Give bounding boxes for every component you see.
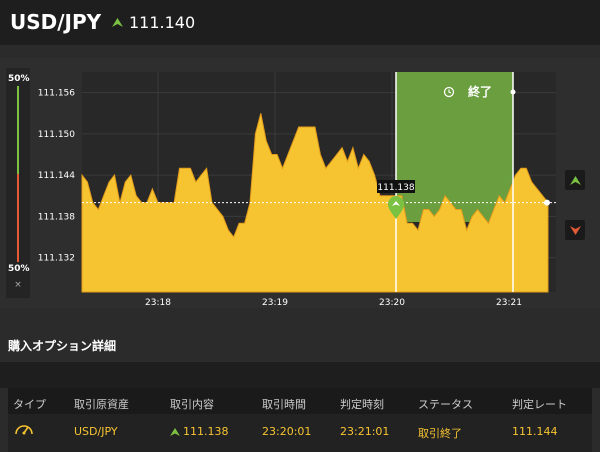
header-type: タイプ <box>13 398 46 411</box>
x-tick-label: 23:21 <box>496 298 522 308</box>
row-trade-time: 23:20:01 <box>262 425 312 438</box>
details-table: タイプ 取引原資産 取引内容 取引時間 判定時刻 ステータス 判定レート USD… <box>8 388 592 452</box>
y-tick-label: 111.150 <box>38 130 75 140</box>
expiry-window <box>396 72 513 222</box>
up-arrow-icon <box>569 175 581 185</box>
header-judge-rate: 判定レート <box>512 398 567 411</box>
x-tick-label: 23:18 <box>145 298 171 308</box>
end-label: 終了 <box>468 84 492 99</box>
price-chart: 111.156 111.150 111.144 111.138 111.132 23:1… <box>38 72 556 308</box>
row-judge-time: 23:21:01 <box>340 425 390 438</box>
high-button[interactable] <box>565 170 585 190</box>
low-button[interactable] <box>565 220 585 240</box>
row-rate: 111.138 <box>183 425 229 438</box>
row-asset: USD/JPY <box>74 425 118 438</box>
y-tick-label: 111.132 <box>38 254 75 264</box>
up-arrow-icon <box>170 427 180 436</box>
down-arrow-icon <box>569 225 581 235</box>
header-content: 取引内容 <box>170 398 214 411</box>
x-axis: 23:18 23:19 23:20 23:21 <box>145 298 522 308</box>
y-tick-label: 111.156 <box>38 89 75 99</box>
header-status: ステータス <box>418 398 473 411</box>
x-tick-label: 23:20 <box>379 298 405 308</box>
row-judge-rate: 111.144 <box>512 425 558 438</box>
y-axis: 111.156 111.150 111.144 111.138 111.132 <box>38 89 75 264</box>
y-tick-label: 111.144 <box>38 171 75 181</box>
expiry-handle <box>510 89 516 95</box>
row-content: 111.138 <box>170 425 229 438</box>
section-title: 購入オプション詳細 <box>8 339 117 353</box>
y-tick-label: 111.138 <box>38 212 75 222</box>
current-rate-dot <box>544 199 550 206</box>
x-tick-label: 23:19 <box>262 298 288 308</box>
header-trade-time: 取引時間 <box>262 398 306 411</box>
entry-rate-label: 111.138 <box>377 183 414 193</box>
section-divider <box>0 362 600 388</box>
gauge-icon <box>14 421 34 437</box>
header-asset: 取引原資産 <box>74 398 129 411</box>
row-status: 取引終了 <box>418 427 462 440</box>
header-judge-time: 判定時刻 <box>340 398 384 411</box>
